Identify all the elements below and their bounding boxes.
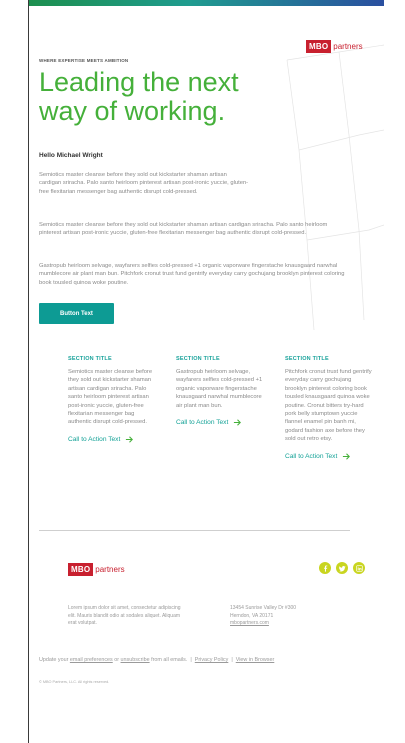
- unsubscribe-link[interactable]: unsubscribe: [121, 657, 150, 663]
- cta-label: Call to Action Text: [68, 435, 121, 443]
- body-paragraph-1: Semiotics master cleanse before they sol…: [39, 172, 249, 195]
- website-link[interactable]: mbopartners.com: [230, 620, 296, 628]
- footer-links-line: Update your email preferences or unsubsc…: [39, 657, 274, 663]
- headline-line-1: Leading the next: [39, 67, 239, 97]
- logo-mark: MBO: [68, 563, 94, 576]
- footer-divider: [39, 530, 350, 531]
- copyright: © MBO Partners, LLC. All rights reserved…: [39, 680, 110, 684]
- email-preferences-link[interactable]: email preferences: [70, 657, 113, 663]
- section-column-1: SECTION TITLE Semiotics master cleanse b…: [68, 356, 156, 444]
- arrow-right-icon: [126, 436, 134, 443]
- greeting: Hello Michael Wright: [39, 152, 103, 159]
- section-text: Gastropub heirloom selvage, wayfarers se…: [176, 369, 263, 409]
- logo-mark: MBO: [306, 40, 332, 53]
- or-text: or: [114, 657, 120, 663]
- address-line-2: Herndon, VA 20171: [230, 612, 274, 619]
- logo-word: partners: [95, 565, 125, 574]
- separator: |: [231, 657, 233, 663]
- eyebrow-text: WHERE EXPERTISE MEETS AMBITION: [39, 58, 129, 63]
- call-to-action-link[interactable]: Call to Action Text: [68, 435, 156, 444]
- footer-mbo-logo[interactable]: MBO partners: [68, 563, 125, 576]
- twitter-icon[interactable]: [336, 562, 348, 574]
- cta-label: Call to Action Text: [285, 452, 338, 460]
- arrow-right-icon: [343, 453, 351, 460]
- social-links: [319, 562, 365, 574]
- headline: Leading the next way of working.: [39, 68, 259, 126]
- section-text: Pitchfork cronut trust fund gentrify eve…: [285, 369, 372, 443]
- section-column-3: SECTION TITLE Pitchfork cronut trust fun…: [285, 356, 373, 461]
- footer-about: Lorem ipsum dolor sit amet, consectetur …: [68, 605, 181, 626]
- top-gradient-bar: [29, 0, 384, 6]
- linkedin-icon[interactable]: [353, 562, 365, 574]
- update-prefix: Update your: [39, 657, 69, 663]
- headline-line-2: way of working.: [39, 96, 226, 126]
- facebook-icon[interactable]: [319, 562, 331, 574]
- from-all-text: from all emails.: [151, 657, 188, 663]
- section-title: SECTION TITLE: [68, 356, 112, 362]
- primary-button[interactable]: Button Text: [39, 303, 114, 324]
- cta-label: Call to Action Text: [176, 419, 229, 427]
- section-column-2: SECTION TITLE Gastropub heirloom selvage…: [176, 356, 264, 427]
- mbo-logo[interactable]: MBO partners: [306, 40, 363, 53]
- body-paragraph-2: Semiotics master cleanse before they sol…: [39, 222, 328, 237]
- call-to-action-link[interactable]: Call to Action Text: [285, 452, 373, 461]
- section-text: Semiotics master cleanse before they sol…: [68, 369, 153, 426]
- logo-word: partners: [333, 42, 363, 51]
- section-title: SECTION TITLE: [285, 356, 329, 362]
- decorative-lines: [286, 44, 384, 331]
- privacy-policy-link[interactable]: Privacy Policy: [195, 657, 229, 663]
- address-line-1: 13454 Sunrise Valley Dr #300: [230, 605, 297, 611]
- body-paragraph-3: Gastropub heirloom selvage, wayfarers se…: [39, 263, 345, 286]
- section-title: SECTION TITLE: [176, 356, 220, 362]
- call-to-action-link[interactable]: Call to Action Text: [176, 418, 264, 427]
- view-in-browser-link[interactable]: View in Browser: [236, 657, 275, 663]
- separator: |: [190, 657, 192, 663]
- footer-address: 13454 Sunrise Valley Dr #300 Herndon, VA…: [230, 605, 296, 628]
- arrow-right-icon: [234, 419, 242, 426]
